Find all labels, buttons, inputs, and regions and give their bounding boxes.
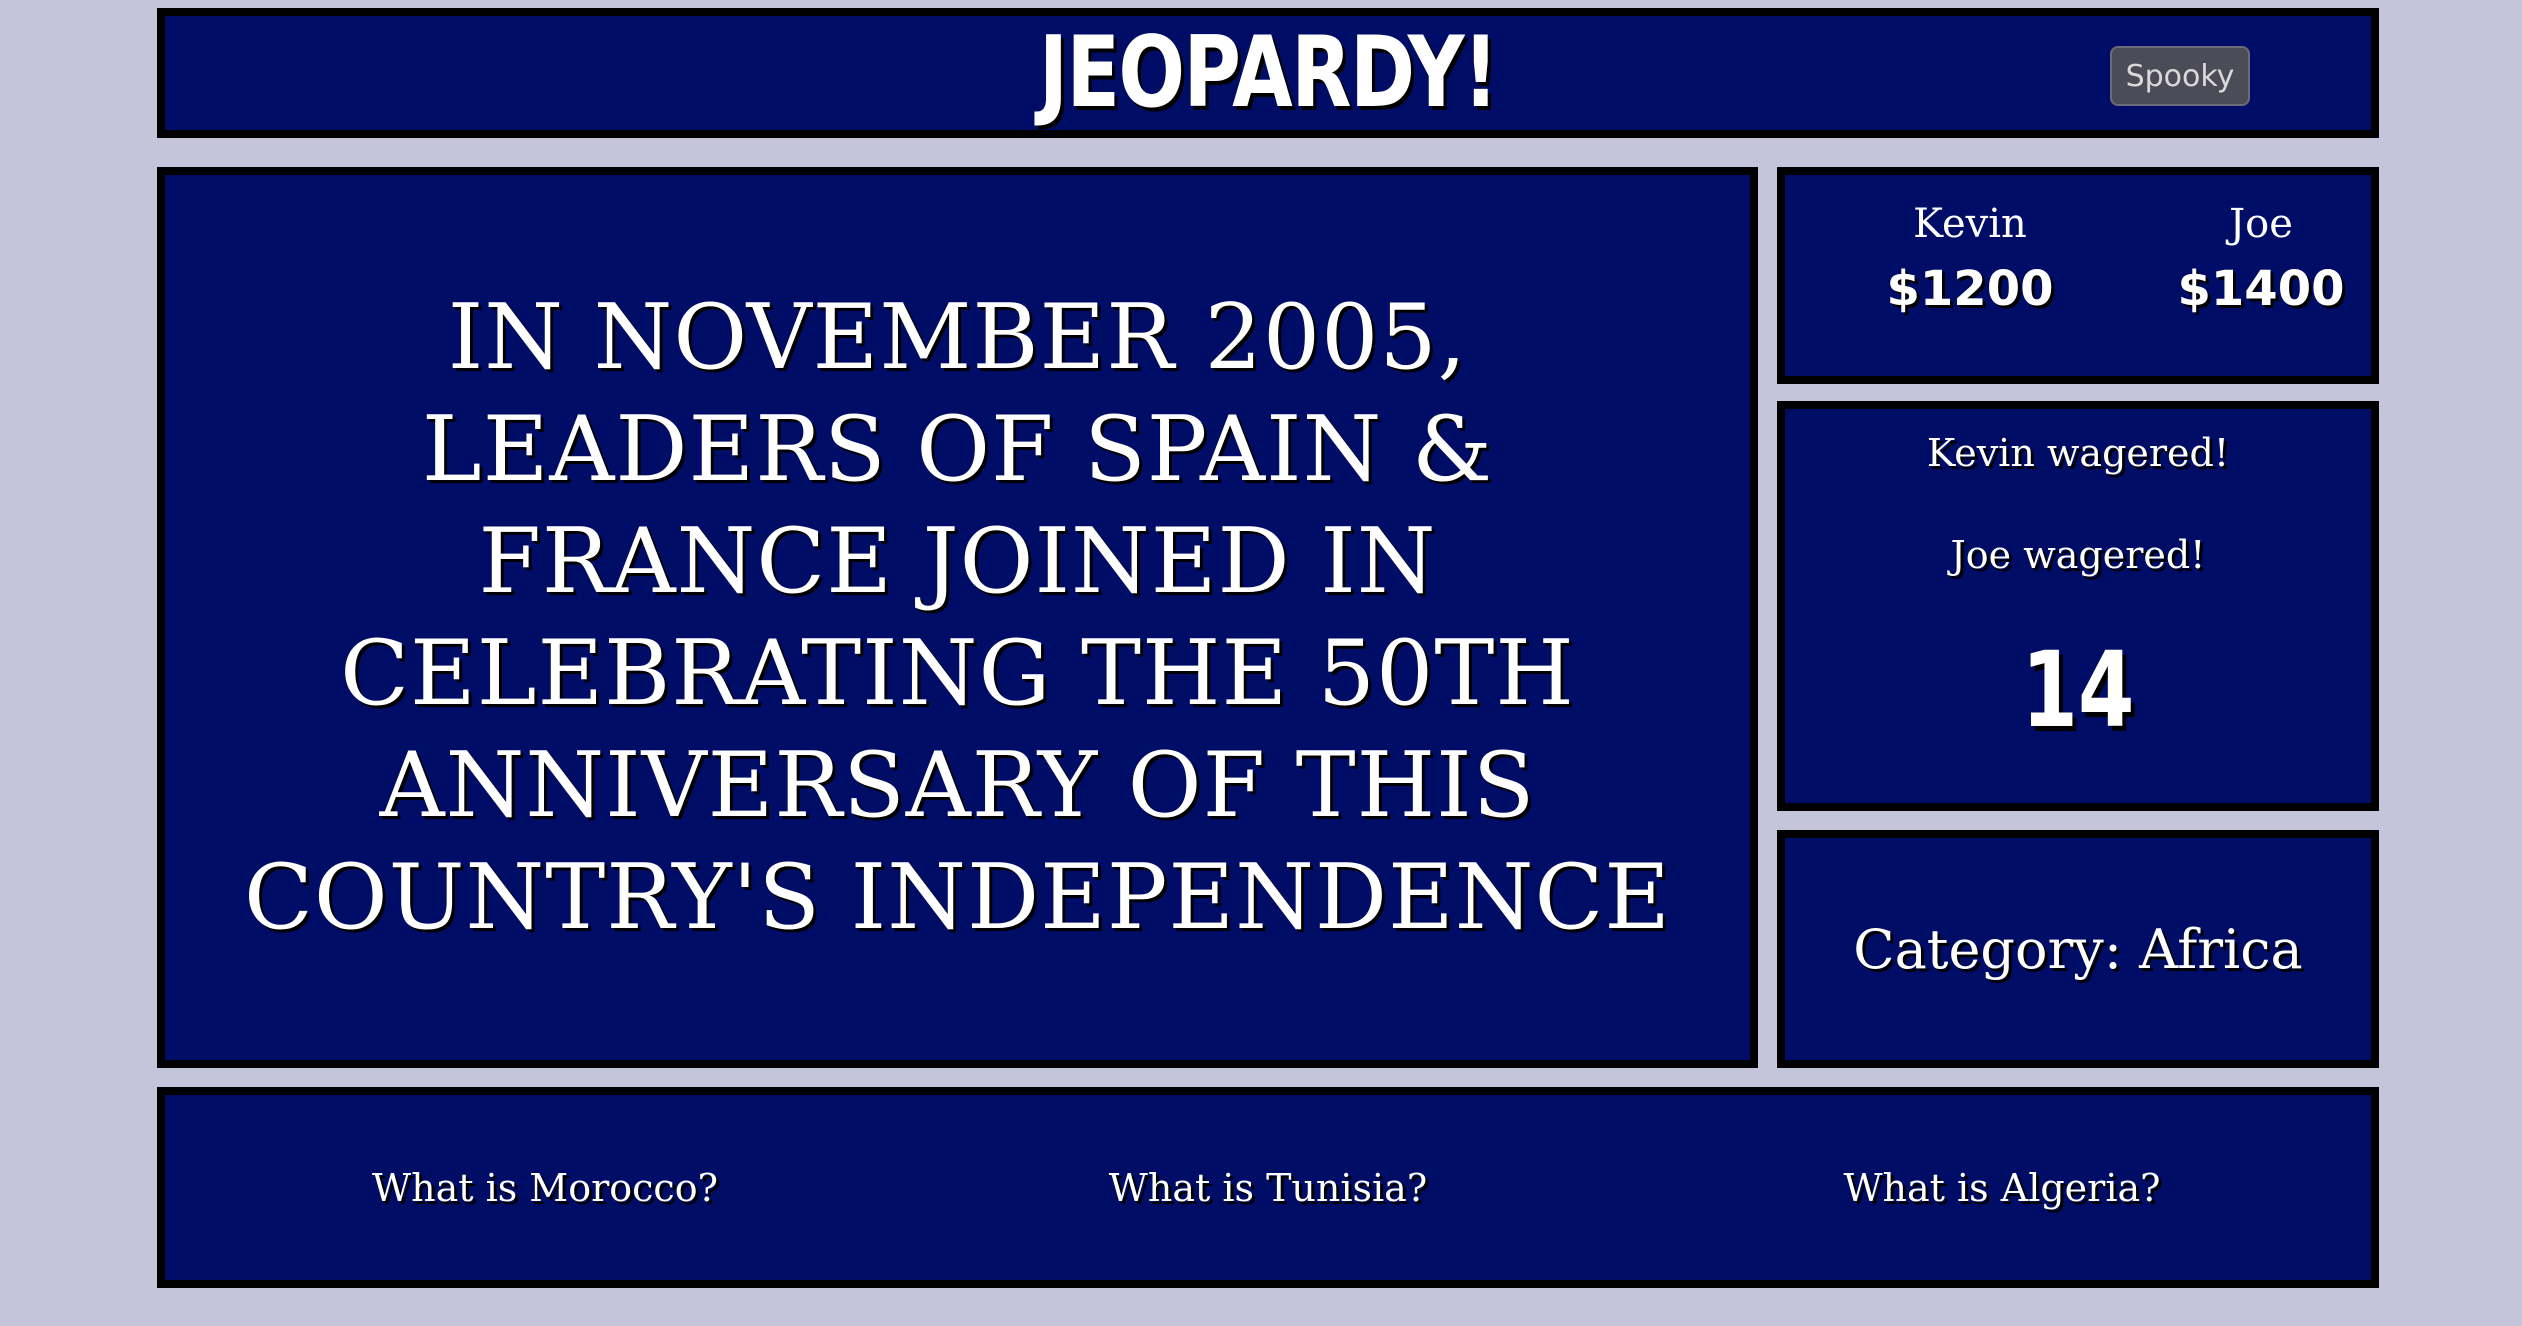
wager-status-kevin: Kevin wagered!: [1926, 431, 2230, 475]
answer-options: What is Morocco? What is Tunisia? What i…: [157, 1087, 2379, 1288]
clue-panel: In November 2005, leaders of Spain & Fra…: [157, 167, 1758, 1068]
header-bar: JEOPARDY! Spooky: [157, 8, 2379, 138]
category-panel: Category: Africa: [1777, 830, 2379, 1068]
player-name: Joe: [2229, 201, 2293, 247]
answer-option-algeria[interactable]: What is Algeria?: [1702, 1095, 2302, 1280]
wager-status-joe: Joe wagered!: [1950, 533, 2206, 577]
player-kevin: Kevin $1200: [1840, 201, 2100, 317]
answer-option-morocco[interactable]: What is Morocco?: [245, 1095, 845, 1280]
player-joe: Joe $1400: [2131, 201, 2391, 317]
countdown-timer: 14: [2021, 629, 2135, 751]
player-score: $1400: [2177, 261, 2345, 317]
spooky-theme-button[interactable]: Spooky: [2110, 46, 2250, 106]
scoreboard: Kevin $1200 Joe $1400: [1777, 167, 2379, 384]
clue-text: In November 2005, leaders of Spain & Fra…: [243, 284, 1672, 950]
player-score: $1200: [1886, 261, 2054, 317]
jeopardy-logo: JEOPARDY!: [1038, 16, 1499, 130]
category-label: Category: Africa: [1853, 917, 2303, 981]
answer-option-tunisia[interactable]: What is Tunisia?: [968, 1095, 1568, 1280]
player-name: Kevin: [1913, 201, 2027, 247]
wager-status-panel: Kevin wagered! Joe wagered! 14: [1777, 401, 2379, 811]
